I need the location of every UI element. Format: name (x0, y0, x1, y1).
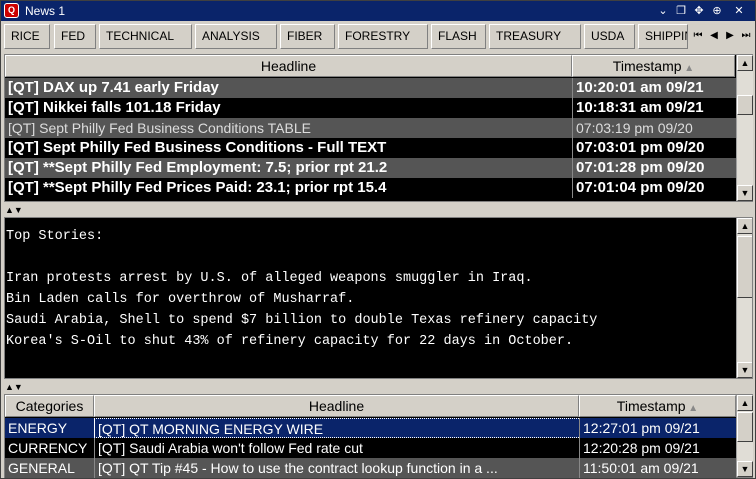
table-row[interactable]: [QT] DAX up 7.41 early Friday 10:20:01 a… (5, 78, 736, 98)
scroll-up-icon[interactable]: ▲ (737, 55, 753, 71)
tab-prev-icon[interactable]: ◀ (707, 27, 721, 45)
tab-rice[interactable]: RICE (4, 24, 50, 49)
table-row[interactable]: [QT] Sept Philly Fed Business Conditions… (5, 118, 736, 138)
title-bar[interactable]: Q News 1 ⌄ ❐ ✥ ⊕ ✕ (1, 1, 755, 21)
row-timestamp: 10:20:01 am 09/21 (572, 78, 735, 98)
categorized-scrollbar[interactable]: ▲ ▼ (736, 395, 753, 477)
restore-icon[interactable]: ❐ (673, 3, 689, 19)
close-icon[interactable]: ✕ (731, 3, 747, 19)
tab-shipping[interactable]: SHIPPIN (638, 24, 688, 49)
tab-next-icon[interactable]: ▶ (723, 27, 737, 45)
timestamp-header-label: Timestamp (616, 398, 686, 414)
row-timestamp: 10:18:31 am 09/21 (572, 98, 735, 118)
row-headline: [QT] Sept Philly Fed Business Conditions… (8, 120, 311, 136)
row-headline: [QT] Nikkei falls 101.18 Friday (8, 99, 221, 116)
row-headline: [QT] **Sept Philly Fed Employment: 7.5; … (8, 159, 388, 176)
category-tab-bar: RICE FED TECHNICAL ANALYSIS FIBER FOREST… (1, 21, 755, 51)
row-timestamp: 07:03:01 pm 09/20 (572, 138, 735, 158)
story-line (6, 247, 736, 268)
app-logo-icon: Q (4, 3, 19, 18)
splitter-arrows-icon[interactable]: ▲▼ (5, 382, 23, 392)
story-line: Iran protests arrest by U.S. of alleged … (6, 271, 533, 286)
table-row[interactable]: [QT] **Sept Philly Fed Employment: 7.5; … (5, 158, 736, 178)
row-headline: [QT] Saudi Arabia won't follow Fed rate … (94, 438, 579, 458)
row-headline: [QT] QT MORNING ENERGY WIRE (94, 418, 579, 438)
tab-fiber[interactable]: FIBER (280, 24, 335, 49)
story-line: Korea's S-Oil to shut 43% of refinery ca… (6, 334, 574, 349)
table-row[interactable]: [QT] Nikkei falls 101.18 Friday 10:18:31… (5, 98, 736, 118)
categorized-headline-list: Categories Headline Timestamp ▲ ENERGY [… (4, 394, 753, 478)
headline-scrollbar[interactable]: ▲ ▼ (736, 55, 753, 201)
headline-column-header[interactable]: Headline (5, 55, 572, 77)
splitter-arrows-icon[interactable]: ▲▼ (5, 205, 23, 215)
tab-technical[interactable]: TECHNICAL (99, 24, 192, 49)
row-headline: [QT] **Sept Philly Fed Prices Paid: 23.1… (8, 179, 387, 196)
categories-column-header[interactable]: Categories (5, 395, 94, 417)
story-line: Bin Laden calls for overthrow of Musharr… (6, 292, 355, 307)
story-scrollbar[interactable]: ▲ ▼ (736, 218, 752, 378)
tab-usda[interactable]: USDA (584, 24, 635, 49)
story-line: Saudi Arabia, Shell to spend $7 billion … (6, 313, 598, 328)
sort-ascending-icon: ▲ (685, 403, 699, 414)
timestamp-column-header[interactable]: Timestamp ▲ (579, 395, 736, 417)
headline-header-label: Headline (260, 58, 317, 74)
collapse-icon[interactable]: ⌄ (655, 3, 671, 19)
headline-list: Headline Timestamp ▲ [QT] DAX up 7.41 ea… (4, 54, 753, 202)
row-headline: [QT] DAX up 7.41 early Friday (8, 79, 219, 96)
scroll-thumb[interactable] (737, 236, 752, 298)
scroll-down-icon[interactable]: ▼ (737, 185, 753, 201)
move-icon[interactable]: ✥ (691, 3, 707, 19)
scroll-up-icon[interactable]: ▲ (737, 395, 753, 411)
row-headline: [QT] Sept Philly Fed Business Conditions… (8, 139, 387, 156)
window-title: News 1 (25, 4, 66, 18)
table-row[interactable]: ENERGY [QT] QT MORNING ENERGY WIRE 12:27… (5, 418, 736, 438)
row-timestamp: 07:01:28 pm 09/20 (572, 158, 735, 178)
row-timestamp: 07:03:19 pm 09/20 (572, 118, 735, 138)
story-text: Top Stories: Iran protests arrest by U.S.… (6, 226, 736, 352)
tab-last-icon[interactable]: ⏭ (739, 27, 753, 45)
row-category: GENERAL (8, 460, 75, 476)
categories-header-label: Categories (15, 398, 84, 414)
table-row[interactable]: GENERAL [QT] QT Tip #45 - How to use the… (5, 458, 736, 478)
headline-column-header[interactable]: Headline (94, 395, 579, 417)
table-row[interactable]: [QT] **Sept Philly Fed Prices Paid: 23.1… (5, 178, 736, 198)
row-category: ENERGY (8, 420, 68, 436)
story-viewer: Top Stories: Iran protests arrest by U.S.… (4, 217, 753, 379)
row-timestamp: 07:01:04 pm 09/20 (572, 178, 735, 198)
headline-header-label: Headline (308, 398, 365, 414)
scroll-down-icon[interactable]: ▼ (737, 461, 753, 477)
news-window: Q News 1 ⌄ ❐ ✥ ⊕ ✕ RICE FED TECHNICAL AN… (0, 0, 756, 479)
row-headline: [QT] QT Tip #45 - How to use the contrac… (94, 458, 579, 478)
pin-icon[interactable]: ⊕ (709, 3, 725, 19)
sort-ascending-icon: ▲ (681, 63, 695, 74)
scroll-thumb[interactable] (737, 95, 753, 115)
scroll-down-icon[interactable]: ▼ (737, 362, 752, 378)
row-timestamp: 12:27:01 pm 09/21 (579, 418, 736, 438)
splitter-handle[interactable]: ▲▼ (1, 204, 755, 216)
tab-first-icon[interactable]: ⏮ (691, 27, 705, 45)
timestamp-header-label: Timestamp (612, 58, 682, 74)
row-category: CURRENCY (8, 440, 88, 456)
table-row[interactable]: [QT] Sept Philly Fed Business Conditions… (5, 138, 736, 158)
scroll-thumb[interactable] (737, 412, 753, 442)
table-row[interactable]: CURRENCY [QT] Saudi Arabia won't follow … (5, 438, 736, 458)
row-timestamp: 11:50:01 am 09/21 (579, 458, 736, 478)
story-line: Top Stories: (6, 229, 104, 244)
row-timestamp: 12:20:28 pm 09/21 (579, 438, 736, 458)
timestamp-column-header[interactable]: Timestamp ▲ (572, 55, 735, 77)
tab-analysis[interactable]: ANALYSIS (195, 24, 277, 49)
tab-fed[interactable]: FED (54, 24, 96, 49)
tab-forestry[interactable]: FORESTRY (338, 24, 428, 49)
splitter-handle[interactable]: ▲▼ (1, 381, 755, 393)
scroll-up-icon[interactable]: ▲ (737, 218, 752, 234)
tab-treasury[interactable]: TREASURY (489, 24, 581, 49)
tab-flash[interactable]: FLASH (431, 24, 486, 49)
